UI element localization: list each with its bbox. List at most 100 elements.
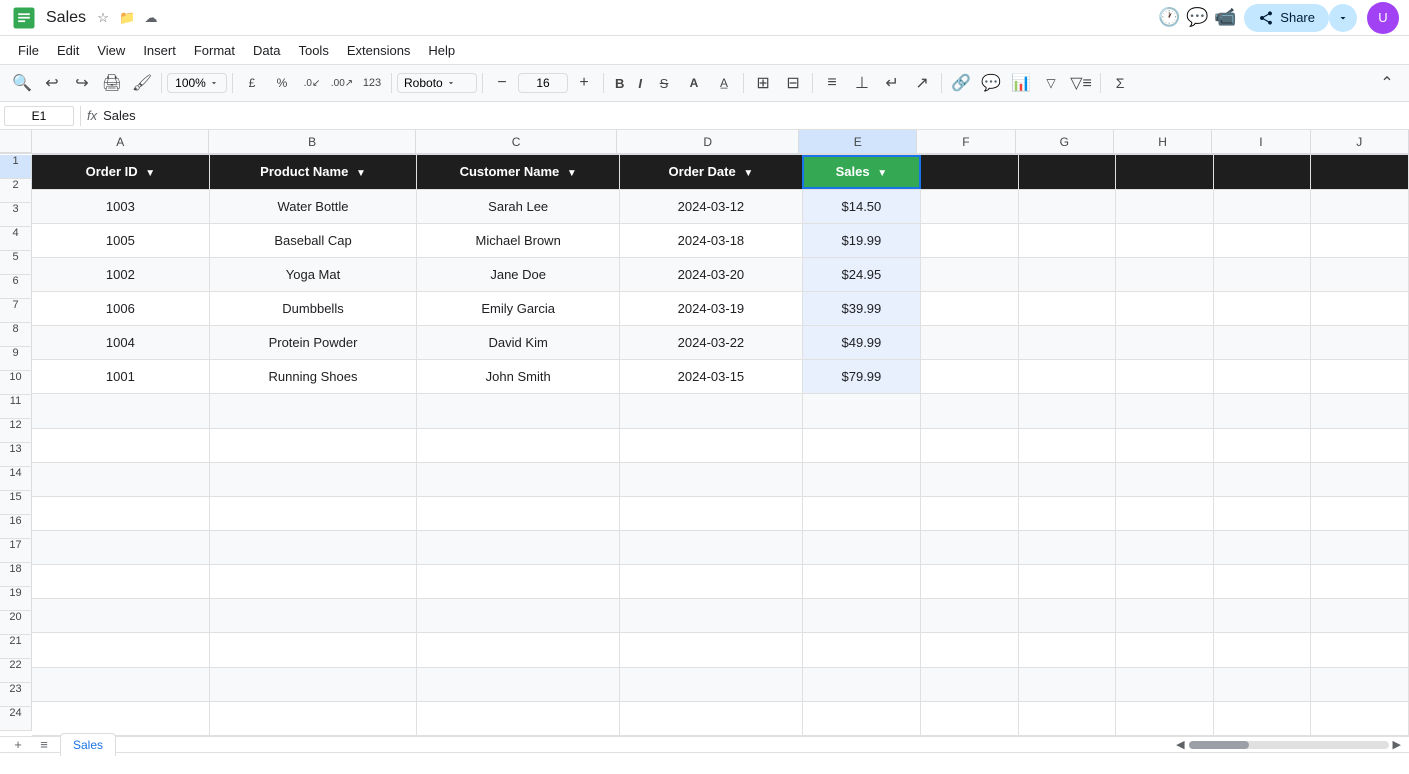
decrease-decimal-btn[interactable]: .0↙ (298, 69, 326, 97)
valign-btn[interactable]: ⊥ (848, 69, 876, 97)
cell-C16[interactable] (417, 667, 620, 701)
cell-B14[interactable] (209, 599, 416, 633)
print-btn[interactable]: 🖨 (98, 69, 126, 97)
cell-A2[interactable]: 1003 (32, 189, 209, 223)
cell-D9[interactable] (620, 428, 803, 462)
formula-content[interactable]: Sales (103, 108, 136, 123)
cell-H4[interactable] (1116, 257, 1214, 291)
cell-E14[interactable] (802, 599, 920, 633)
cell-B10[interactable] (209, 462, 416, 496)
filter-icon-customer-name[interactable]: ▼ (567, 168, 577, 179)
cell-H15[interactable] (1116, 633, 1214, 667)
cell-F8[interactable] (921, 394, 1019, 428)
row-num-18[interactable]: 18 (0, 563, 32, 587)
cell-F15[interactable] (921, 633, 1019, 667)
cell-C14[interactable] (417, 599, 620, 633)
menu-file[interactable]: File (10, 40, 47, 61)
cell-C2[interactable]: Sarah Lee (417, 189, 620, 223)
filter-btn-toolbar[interactable]: ▽ (1037, 69, 1065, 97)
cell-F5[interactable] (921, 292, 1019, 326)
cell-F3[interactable] (921, 223, 1019, 257)
cell-C6[interactable]: David Kim (417, 326, 620, 360)
borders-btn[interactable]: ⊞ (749, 69, 777, 97)
cell-E10[interactable] (802, 462, 920, 496)
cell-G2[interactable] (1018, 189, 1116, 223)
cell-C10[interactable] (417, 462, 620, 496)
cell-A6[interactable]: 1004 (32, 326, 209, 360)
cell-I7[interactable] (1213, 360, 1311, 394)
cell-E4[interactable]: $24.95 (802, 257, 920, 291)
chart-btn[interactable]: 📊 (1007, 69, 1035, 97)
cell-J15[interactable] (1311, 633, 1409, 667)
col-header-F[interactable]: F (917, 130, 1015, 154)
cell-D5[interactable]: 2024-03-19 (620, 292, 803, 326)
cell-H6[interactable] (1116, 326, 1214, 360)
col-header-B[interactable]: B (209, 130, 415, 154)
menu-extensions[interactable]: Extensions (339, 40, 419, 61)
cell-H13[interactable] (1116, 565, 1214, 599)
cell-F10[interactable] (921, 462, 1019, 496)
cell-F4[interactable] (921, 257, 1019, 291)
row-num-3[interactable]: 3 (0, 203, 32, 227)
menu-help[interactable]: Help (420, 40, 463, 61)
cell-I2[interactable] (1213, 189, 1311, 223)
cell-H5[interactable] (1116, 292, 1214, 326)
cell-B5[interactable]: Dumbbells (209, 292, 416, 326)
col-header-E[interactable]: E (799, 130, 917, 154)
cell-E5[interactable]: $39.99 (802, 292, 920, 326)
italic-btn[interactable]: I (632, 74, 648, 93)
col-header-G[interactable]: G (1015, 130, 1113, 154)
cell-F11[interactable] (921, 496, 1019, 530)
filter-icon-order-id[interactable]: ▼ (145, 168, 155, 179)
font-size-selector[interactable]: 16 (518, 73, 568, 93)
menu-tools[interactable]: Tools (290, 40, 336, 61)
sheet-tab-sales[interactable]: Sales (60, 733, 116, 756)
cell-D16[interactable] (620, 667, 803, 701)
cell-C3[interactable]: Michael Brown (417, 223, 620, 257)
cell-F14[interactable] (921, 599, 1019, 633)
cell-H9[interactable] (1116, 428, 1214, 462)
strikethrough-btn[interactable]: S (650, 69, 678, 97)
cell-I17[interactable] (1213, 701, 1311, 735)
row-num-10[interactable]: 10 (0, 371, 32, 395)
row-num-9[interactable]: 9 (0, 347, 32, 371)
header-customer-name[interactable]: Customer Name ▼ (417, 155, 620, 189)
cell-F16[interactable] (921, 667, 1019, 701)
cell-A12[interactable] (32, 531, 209, 565)
row-num-24[interactable]: 24 (0, 707, 32, 731)
filter-icon-sales[interactable]: ▼ (877, 168, 887, 179)
filter-views-btn[interactable]: ▽≡ (1067, 69, 1095, 97)
cell-I16[interactable] (1213, 667, 1311, 701)
cell-G8[interactable] (1018, 394, 1116, 428)
cell-E15[interactable] (802, 633, 920, 667)
cell-E3[interactable]: $19.99 (802, 223, 920, 257)
filter-icon-product-name[interactable]: ▼ (356, 168, 366, 179)
cell-G13[interactable] (1018, 565, 1116, 599)
cell-B3[interactable]: Baseball Cap (209, 223, 416, 257)
cell-H14[interactable] (1116, 599, 1214, 633)
cell-H16[interactable] (1116, 667, 1214, 701)
cell-H10[interactable] (1116, 462, 1214, 496)
header-product-name[interactable]: Product Name ▼ (209, 155, 416, 189)
cell-D14[interactable] (620, 599, 803, 633)
cell-F9[interactable] (921, 428, 1019, 462)
cell-A14[interactable] (32, 599, 209, 633)
col-header-C[interactable]: C (415, 130, 617, 154)
filter-icon-order-date[interactable]: ▼ (743, 168, 753, 179)
collapse-toolbar-btn[interactable]: ⌃ (1373, 69, 1401, 97)
cell-I12[interactable] (1213, 531, 1311, 565)
cell-C13[interactable] (417, 565, 620, 599)
cell-G3[interactable] (1018, 223, 1116, 257)
row-num-20[interactable]: 20 (0, 611, 32, 635)
cell-B4[interactable]: Yoga Mat (209, 257, 416, 291)
redo-btn[interactable]: ↪ (68, 69, 96, 97)
cell-H11[interactable] (1116, 496, 1214, 530)
menu-data[interactable]: Data (245, 40, 288, 61)
wrap-btn[interactable]: ↵ (878, 69, 906, 97)
cell-B17[interactable] (209, 701, 416, 735)
cell-G4[interactable] (1018, 257, 1116, 291)
menu-insert[interactable]: Insert (135, 40, 184, 61)
cell-D3[interactable]: 2024-03-18 (620, 223, 803, 257)
cell-I10[interactable] (1213, 462, 1311, 496)
col-header-H[interactable]: H (1113, 130, 1211, 154)
